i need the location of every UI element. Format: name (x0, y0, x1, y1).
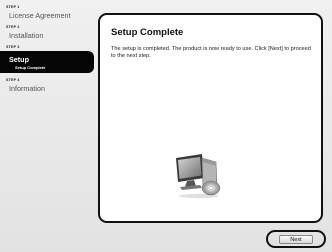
step-number: STEP 1 (6, 5, 20, 9)
step-number: STEP 3 (6, 45, 20, 49)
setup-message: The setup is completed. The product is n… (111, 46, 311, 59)
step-4: STEP 4 Information (3, 78, 99, 93)
step-label-license-agreement: License Agreement (9, 11, 71, 20)
step-navigation: STEP 1 License Agreement STEP 2 Installa… (0, 5, 99, 98)
next-button-highlight: Next (266, 230, 326, 248)
step-number: STEP 4 (6, 78, 20, 82)
step-sub-label-setup-complete: Setup Complete (15, 65, 46, 70)
step-label-installation: Installation (9, 31, 44, 40)
step-3: STEP 3 Setup Setup Complete (0, 45, 99, 73)
active-step-highlight: Setup Setup Complete (0, 51, 94, 73)
step-label-information: Information (9, 84, 45, 93)
page-title: Setup Complete (111, 27, 184, 38)
step-1: STEP 1 License Agreement (3, 5, 99, 20)
step-label-setup: Setup (9, 55, 29, 64)
installer-window: STEP 1 License Agreement STEP 2 Installa… (0, 0, 332, 252)
next-button[interactable]: Next (279, 234, 313, 244)
step-number: STEP 2 (6, 25, 20, 29)
step-2: STEP 2 Installation (3, 25, 99, 40)
computer-with-cd-icon (176, 154, 221, 199)
content-panel: Setup Complete The setup is completed. T… (98, 13, 323, 223)
